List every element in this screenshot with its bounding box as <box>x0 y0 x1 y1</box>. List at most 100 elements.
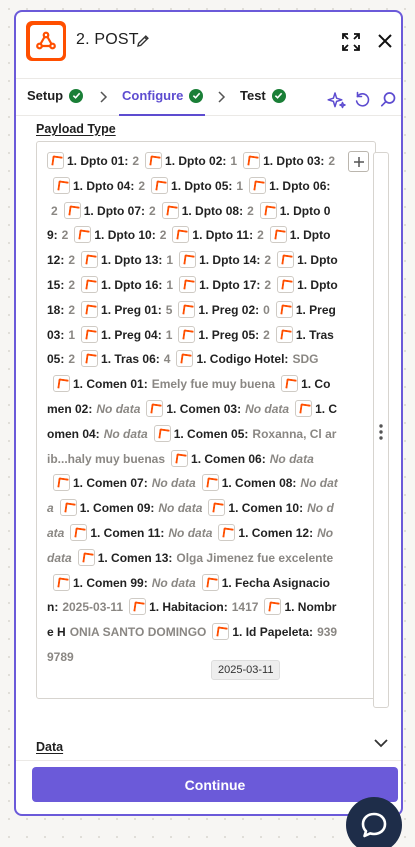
plus-icon <box>353 156 364 167</box>
zap-step-icon <box>259 201 277 219</box>
tab-test[interactable]: Test <box>240 88 286 103</box>
payload-value: SDG <box>292 352 319 367</box>
kebab-icon[interactable] <box>378 423 384 441</box>
payload-value: No data <box>158 501 203 516</box>
payload-value: No data <box>245 401 290 416</box>
payload-value: 1417 <box>231 600 259 615</box>
payload-key: 1. Dpto 01: <box>67 154 129 168</box>
payload-key: 1. Preg 05: <box>198 327 260 342</box>
tab-configure[interactable]: Configure <box>122 88 204 103</box>
edit-icon[interactable] <box>136 34 150 48</box>
payload-key: 1. Codigo Hotel: <box>196 352 289 367</box>
payload-value: 2 <box>159 228 167 243</box>
payload-key: 1. Dpto 03: <box>263 154 325 168</box>
payload-key: 1. Comen 09: <box>79 501 155 516</box>
payload-value: 2 <box>68 277 76 292</box>
zap-step-icon <box>281 375 299 393</box>
payload-scroll-area[interactable]: 1. Dpto 01: 2 1. Dpto 02: 1 1. Dpto 03: 21. D… <box>47 149 339 695</box>
zap-step-icon <box>81 275 99 293</box>
zap-step-icon <box>249 176 267 194</box>
add-field-button[interactable] <box>348 151 369 172</box>
zap-step-icon <box>171 449 189 467</box>
app-logo <box>26 21 66 61</box>
tab-label: Configure <box>122 88 184 103</box>
chat-icon <box>361 812 387 838</box>
payload-key: 1. Dpto 04: <box>73 178 135 193</box>
close-icon[interactable] <box>377 33 393 49</box>
payload-value: No data <box>103 426 148 441</box>
payload-key: 1. Comen 12: <box>238 525 314 540</box>
webhook-icon <box>36 31 56 50</box>
payload-value: 1 <box>230 154 238 168</box>
payload-value: ONIA SANTO DOMINGO <box>69 625 207 640</box>
payload-key: 1. Preg 02: <box>198 302 260 317</box>
payload-value: 0 <box>263 302 270 317</box>
payload-key: 1. Comen 08: <box>221 476 297 491</box>
chevron-down-icon[interactable] <box>374 738 388 748</box>
zap-step-icon <box>208 499 226 517</box>
payload-key: 1. Comen 07: <box>73 476 148 491</box>
payload-value: 2 <box>264 277 272 292</box>
payload-value: 5 <box>165 302 173 317</box>
zap-step-icon <box>179 275 197 293</box>
tab-label: Setup <box>27 88 64 103</box>
payload-value: 2 <box>138 178 146 193</box>
zap-step-icon <box>74 226 92 244</box>
payload-key: 1. Comen 05: <box>173 426 249 441</box>
zap-step-icon <box>212 623 230 641</box>
expand-icon[interactable] <box>342 33 360 51</box>
payload-key: 1. Dpto 05: <box>171 178 233 193</box>
ai-sparkle-icon[interactable] <box>327 91 347 109</box>
step-title[interactable]: 2. POST <box>76 31 139 49</box>
zap-step-icon <box>161 201 179 219</box>
data-section-label[interactable]: Data <box>36 740 63 754</box>
step-editor-panel: 2. POST Setup Configure Test Payload Typ… <box>14 10 403 816</box>
payload-key: 1. Habitacion: <box>149 600 228 615</box>
payload-value: 2 <box>264 253 272 268</box>
panel-header: 2. POST <box>16 12 401 70</box>
payload-value: 2 <box>257 228 264 243</box>
payload-value: No data <box>151 575 196 590</box>
payload-value: 2 <box>68 253 76 268</box>
chevron-right-icon <box>218 91 226 103</box>
payload-value: 2 <box>247 203 254 218</box>
payload-key: 1. Dpto 02: <box>165 154 227 168</box>
zap-step-icon <box>81 300 99 318</box>
step-tabs: Setup Configure Test <box>16 78 401 116</box>
chat-button[interactable] <box>346 797 402 847</box>
zap-step-icon <box>295 399 313 417</box>
zap-step-icon <box>53 573 70 591</box>
payload-key: 1. Comen 99: <box>73 575 148 590</box>
search-icon[interactable] <box>380 91 397 108</box>
payload-value: 2 <box>68 302 76 317</box>
zap-step-icon <box>178 300 196 318</box>
chevron-right-icon <box>100 91 108 103</box>
payload-value: 2 <box>132 154 140 168</box>
payload-value: 2 <box>61 228 69 243</box>
zap-step-icon <box>63 201 81 219</box>
divider <box>16 760 401 761</box>
payload-value: 1 <box>165 327 173 342</box>
check-icon <box>271 88 286 103</box>
payload-key: 1. Id Papeleta: <box>232 625 314 640</box>
payload-key: 1. Comen 01: <box>73 377 148 392</box>
payload-key: 1. Dpto 06: <box>269 178 331 193</box>
check-icon <box>189 88 204 103</box>
zap-step-icon <box>172 226 190 244</box>
payload-value: 1 <box>236 178 244 193</box>
tab-setup[interactable]: Setup <box>27 88 84 103</box>
zap-step-icon <box>201 474 219 492</box>
payload-value: Emely fue muy buena <box>151 377 276 392</box>
payload-key: 1. Dpto 13: <box>101 253 163 268</box>
zap-step-icon <box>81 325 99 343</box>
payload-key: 1. Comen 10: <box>228 501 304 516</box>
zap-step-icon <box>264 598 282 616</box>
zap-step-icon <box>269 226 287 244</box>
payload-key: 1. Dpto 14: <box>199 253 261 268</box>
zap-step-icon <box>201 573 219 591</box>
payload-field[interactable]: 1. Dpto 01: 2 1. Dpto 02: 1 1. Dpto 03: 21. D… <box>36 141 376 699</box>
continue-button[interactable]: Continue <box>32 767 398 802</box>
zap-step-icon <box>179 251 197 269</box>
payload-value: 2 <box>51 203 58 218</box>
undo-icon[interactable] <box>354 91 371 108</box>
